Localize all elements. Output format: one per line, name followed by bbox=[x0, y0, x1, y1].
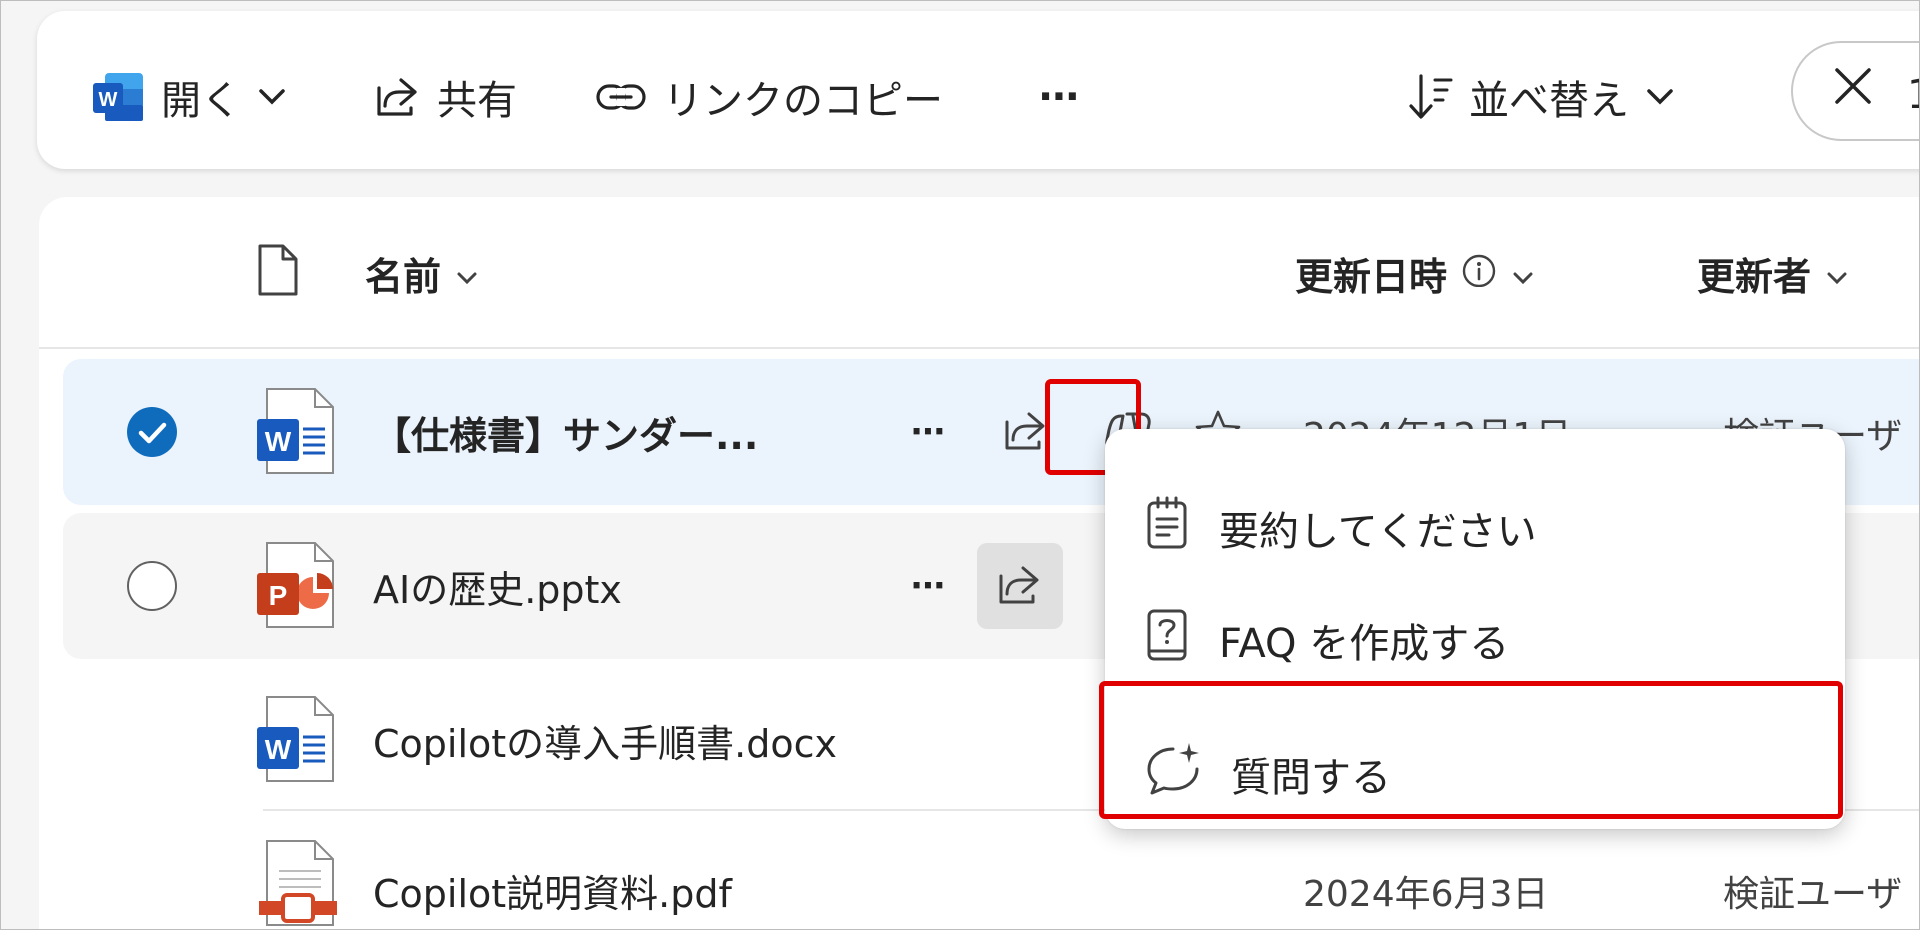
more-icon: ⋯ bbox=[911, 412, 945, 452]
svg-text:W: W bbox=[265, 734, 292, 765]
ask-question-highlight bbox=[1099, 681, 1843, 819]
share-icon bbox=[375, 74, 421, 120]
menu-item-summarize[interactable]: 要約してください bbox=[1145, 493, 1537, 563]
table-row[interactable]: Copilot説明資料.pdf 2024年6月3日 検証ユーザ bbox=[63, 817, 1919, 929]
share-icon bbox=[1005, 412, 1045, 450]
modified-date: 2024年6月3日 bbox=[1303, 874, 1549, 915]
file-name[interactable]: AIの歴史.pptx bbox=[373, 559, 622, 614]
sort-descending-icon bbox=[1407, 72, 1453, 122]
file-name[interactable]: Copilotの導入手順書.docx bbox=[373, 713, 837, 768]
share-label: 共有 bbox=[437, 78, 517, 124]
modified-by: 検証ユーザ bbox=[1723, 874, 1903, 915]
pdf-file-icon bbox=[253, 837, 343, 929]
svg-text:P: P bbox=[269, 580, 288, 611]
faq-question-icon bbox=[1145, 607, 1189, 673]
link-icon bbox=[595, 82, 647, 112]
word-file-icon: W bbox=[253, 385, 343, 481]
more-icon: ⋯ bbox=[911, 566, 945, 606]
column-header-modified[interactable]: 更新日時 bbox=[1295, 245, 1535, 301]
list-header: 名前 更新日時 更新者 bbox=[39, 197, 1919, 349]
word-file-icon: W bbox=[253, 693, 343, 789]
copy-link-label: リンクのコピー bbox=[663, 78, 943, 124]
clear-selection-button[interactable]: 1 件 bbox=[1791, 41, 1919, 141]
open-label: 開く bbox=[161, 78, 241, 124]
chevron-down-icon bbox=[1825, 251, 1849, 295]
menu-item-create-faq[interactable]: FAQ を作成する bbox=[1145, 605, 1509, 675]
row-more-button[interactable]: ⋯ bbox=[895, 553, 961, 619]
chevron-down-icon bbox=[1511, 251, 1535, 295]
copy-link-button[interactable]: リンクのコピー bbox=[595, 67, 943, 127]
app-frame: W 開く 共有 リンクのコピー ⋯ 並べ替え 名前 更新日時 更新者 W 【仕様… bbox=[0, 0, 1920, 930]
column-modified-by-label: 更新者 bbox=[1697, 254, 1812, 299]
chevron-down-icon bbox=[1645, 87, 1675, 107]
row-share-button[interactable] bbox=[977, 543, 1063, 629]
more-icon: ⋯ bbox=[1039, 74, 1079, 120]
file-type-icon bbox=[257, 243, 299, 301]
open-button[interactable]: W 開く bbox=[91, 67, 287, 127]
svg-text:W: W bbox=[99, 89, 118, 111]
word-app-icon: W bbox=[91, 71, 145, 123]
powerpoint-file-icon: P bbox=[253, 539, 343, 635]
share-icon bbox=[999, 566, 1039, 604]
share-button[interactable]: 共有 bbox=[375, 67, 517, 127]
file-name[interactable]: 【仕様書】サンダー... bbox=[373, 405, 758, 460]
chevron-down-icon bbox=[455, 251, 479, 295]
chevron-down-icon bbox=[257, 87, 287, 107]
menu-item-label: FAQ を作成する bbox=[1219, 621, 1510, 667]
column-header-name[interactable]: 名前 bbox=[365, 245, 479, 301]
checkmark-icon bbox=[138, 422, 167, 444]
command-bar: W 開く 共有 リンクのコピー ⋯ 並べ替え bbox=[37, 11, 1919, 169]
column-name-label: 名前 bbox=[365, 254, 442, 299]
row-more-button[interactable]: ⋯ bbox=[895, 399, 961, 465]
sort-button[interactable]: 並べ替え bbox=[1407, 67, 1675, 127]
summary-notepad-icon bbox=[1145, 495, 1189, 561]
column-header-modified-by[interactable]: 更新者 bbox=[1697, 245, 1849, 301]
file-name[interactable]: Copilot説明資料.pdf bbox=[373, 863, 732, 918]
column-modified-label: 更新日時 bbox=[1295, 254, 1448, 299]
close-icon bbox=[1833, 66, 1873, 116]
row-checkbox[interactable] bbox=[127, 561, 177, 611]
more-actions-button[interactable]: ⋯ bbox=[1039, 67, 1079, 127]
svg-text:W: W bbox=[265, 426, 292, 457]
selection-count: 1 件 bbox=[1907, 62, 1919, 120]
row-checkbox-checked[interactable] bbox=[127, 407, 177, 457]
info-icon bbox=[1461, 251, 1497, 296]
sort-label: 並べ替え bbox=[1469, 78, 1629, 124]
menu-item-label: 要約してください bbox=[1219, 509, 1537, 555]
